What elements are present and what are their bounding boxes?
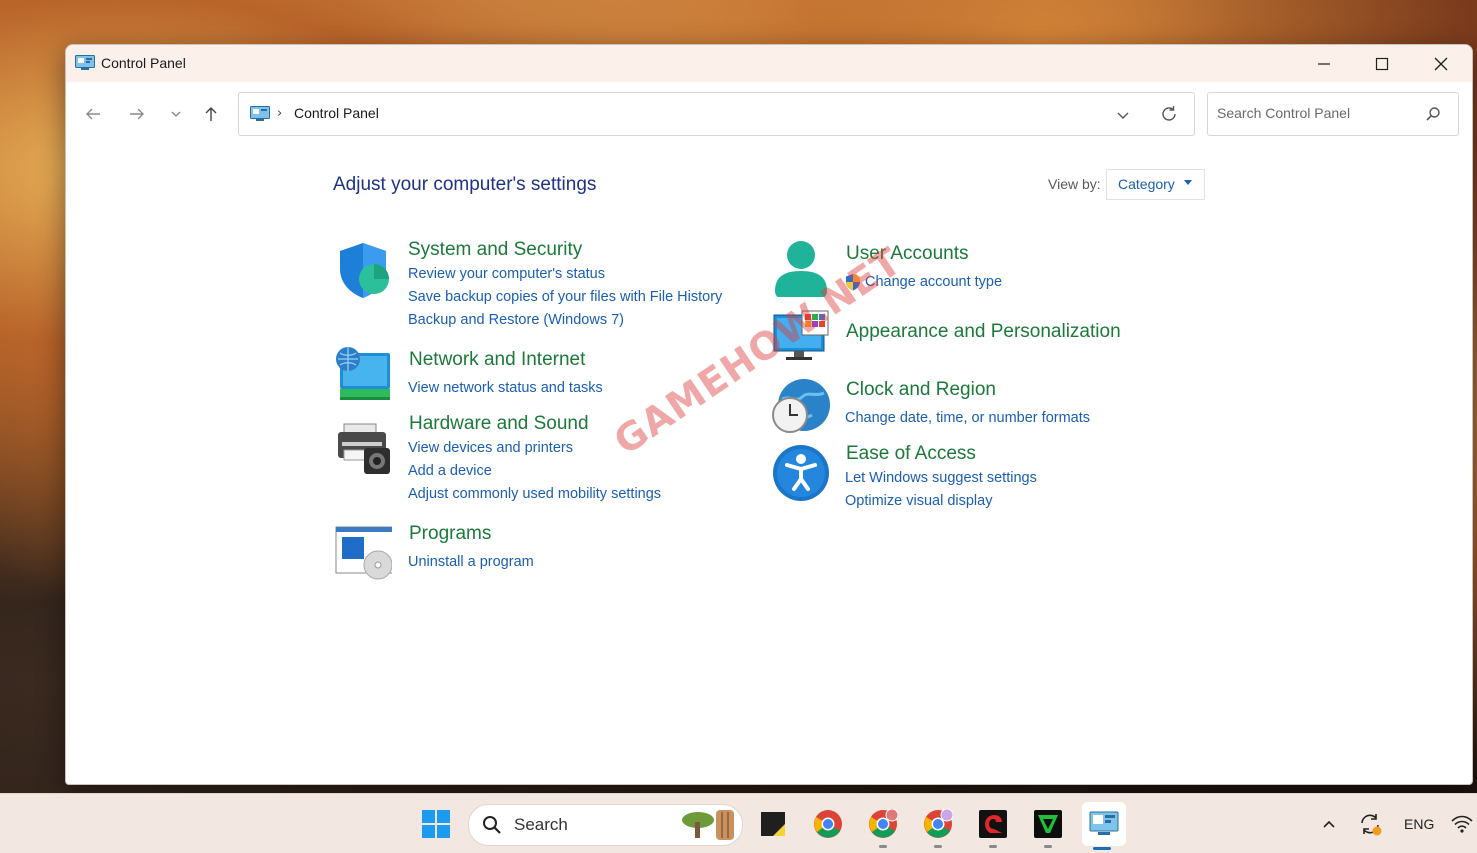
- network-icon[interactable]: [334, 345, 392, 403]
- taskbar-game-launcher[interactable]: [1028, 804, 1068, 848]
- control-panel-icon: [1089, 811, 1119, 835]
- minimize-icon: [1318, 62, 1330, 65]
- view-by-dropdown[interactable]: Category: [1106, 169, 1205, 200]
- up-button[interactable]: [200, 103, 222, 125]
- running-indicator: [1044, 845, 1052, 848]
- link-optimize-display[interactable]: Optimize visual display: [845, 493, 992, 509]
- link-uninstall-program[interactable]: Uninstall a program: [408, 554, 534, 570]
- running-indicator: [879, 845, 887, 848]
- clock-globe-icon[interactable]: [772, 377, 830, 435]
- minimize-button[interactable]: [1295, 45, 1353, 82]
- view-by-value: Category: [1118, 176, 1175, 192]
- running-indicator: [989, 845, 997, 848]
- printer-icon[interactable]: [334, 420, 392, 478]
- chevron-down-icon[interactable]: [1113, 105, 1133, 125]
- taskbar-chrome[interactable]: [808, 804, 848, 844]
- language-indicator[interactable]: ENG: [1404, 816, 1434, 832]
- taskbar-search-label: Search: [514, 815, 568, 834]
- control-panel-icon: [75, 55, 95, 70]
- recent-locations-button[interactable]: [165, 103, 187, 125]
- control-panel-window: Control Panel › Control Panel Search Con…: [65, 44, 1473, 785]
- link-add-device[interactable]: Add a device: [408, 463, 492, 479]
- link-backup-restore[interactable]: Backup and Restore (Windows 7): [408, 312, 624, 328]
- accessibility-icon[interactable]: [772, 443, 830, 501]
- close-icon: [1434, 57, 1448, 70]
- chrome-profile-2-icon: [924, 809, 953, 838]
- view-by-label: View by:: [1048, 176, 1101, 192]
- running-indicator: [934, 845, 942, 848]
- category-ease-of-access[interactable]: Ease of Access: [846, 443, 976, 465]
- window-title: Control Panel: [101, 55, 186, 71]
- network-tray-button[interactable]: [1448, 804, 1476, 844]
- taskbar-sticky-notes[interactable]: [753, 804, 793, 844]
- taskbar-chrome-profile-2[interactable]: [918, 804, 958, 848]
- category-network-internet[interactable]: Network and Internet: [409, 349, 585, 371]
- chevron-right-icon: ›: [277, 106, 283, 121]
- start-button[interactable]: [416, 804, 456, 844]
- wifi-icon: [1451, 815, 1473, 833]
- link-review-status[interactable]: Review your computer's status: [408, 266, 605, 282]
- caret-down-icon: [1184, 180, 1192, 185]
- link-date-time-formats[interactable]: Change date, time, or number formats: [845, 410, 1090, 426]
- arrow-right-icon: [130, 108, 144, 120]
- category-clock-region[interactable]: Clock and Region: [846, 379, 996, 401]
- taskbar: Search ENG: [0, 793, 1477, 853]
- maximize-icon: [1375, 57, 1389, 70]
- search-placeholder: Search Control Panel: [1217, 105, 1351, 121]
- arrow-left-icon: [86, 108, 100, 120]
- address-bar[interactable]: › Control Panel: [238, 92, 1195, 136]
- chrome-profile-1-icon: [869, 809, 898, 838]
- maximize-button[interactable]: [1353, 45, 1411, 82]
- category-appearance[interactable]: Appearance and Personalization: [846, 321, 1121, 343]
- category-system-security[interactable]: System and Security: [408, 239, 582, 261]
- search-highlight-image: [682, 810, 734, 840]
- sync-icon: [1361, 814, 1382, 836]
- link-devices-printers[interactable]: View devices and printers: [408, 440, 573, 456]
- programs-icon[interactable]: [334, 525, 392, 583]
- breadcrumb[interactable]: Control Panel: [294, 105, 379, 121]
- sync-tray-button[interactable]: [1352, 804, 1388, 844]
- refresh-icon[interactable]: [1159, 104, 1179, 124]
- page-title: Adjust your computer's settings: [333, 174, 597, 195]
- search-input[interactable]: Search Control Panel: [1207, 92, 1459, 136]
- chevron-up-icon: [1323, 820, 1335, 828]
- taskbar-chrome-profile-1[interactable]: [863, 804, 903, 848]
- back-button[interactable]: [82, 103, 104, 125]
- game-launcher-icon: [1034, 810, 1062, 838]
- garena-icon: [979, 810, 1007, 838]
- active-indicator: [1093, 847, 1111, 850]
- taskbar-search[interactable]: Search: [468, 804, 743, 846]
- search-icon: [1426, 107, 1440, 121]
- link-network-status[interactable]: View network status and tasks: [408, 380, 603, 396]
- link-mobility-settings[interactable]: Adjust commonly used mobility settings: [408, 486, 661, 502]
- link-file-history[interactable]: Save backup copies of your files with Fi…: [408, 289, 722, 305]
- close-button[interactable]: [1412, 45, 1470, 82]
- sticky-notes-icon: [761, 812, 785, 836]
- navigation-bar: › Control Panel Search Control Panel: [66, 82, 1472, 146]
- arrow-up-icon: [205, 107, 217, 121]
- forward-button[interactable]: [126, 103, 148, 125]
- taskbar-control-panel[interactable]: [1082, 802, 1126, 850]
- chevron-down-icon: [171, 111, 181, 117]
- chrome-icon: [814, 810, 842, 838]
- control-panel-icon: [250, 106, 270, 121]
- link-windows-suggest[interactable]: Let Windows suggest settings: [845, 470, 1037, 486]
- show-hidden-icons-button[interactable]: [1310, 804, 1348, 844]
- watermark: GAMEHOW.NET: [606, 238, 910, 464]
- search-icon: [483, 816, 501, 834]
- shield-icon[interactable]: [334, 241, 392, 299]
- category-hardware-sound[interactable]: Hardware and Sound: [409, 413, 589, 435]
- taskbar-garena[interactable]: [973, 804, 1013, 848]
- windows-start-icon: [422, 810, 450, 838]
- category-programs[interactable]: Programs: [409, 523, 491, 545]
- title-bar[interactable]: Control Panel: [66, 45, 1472, 82]
